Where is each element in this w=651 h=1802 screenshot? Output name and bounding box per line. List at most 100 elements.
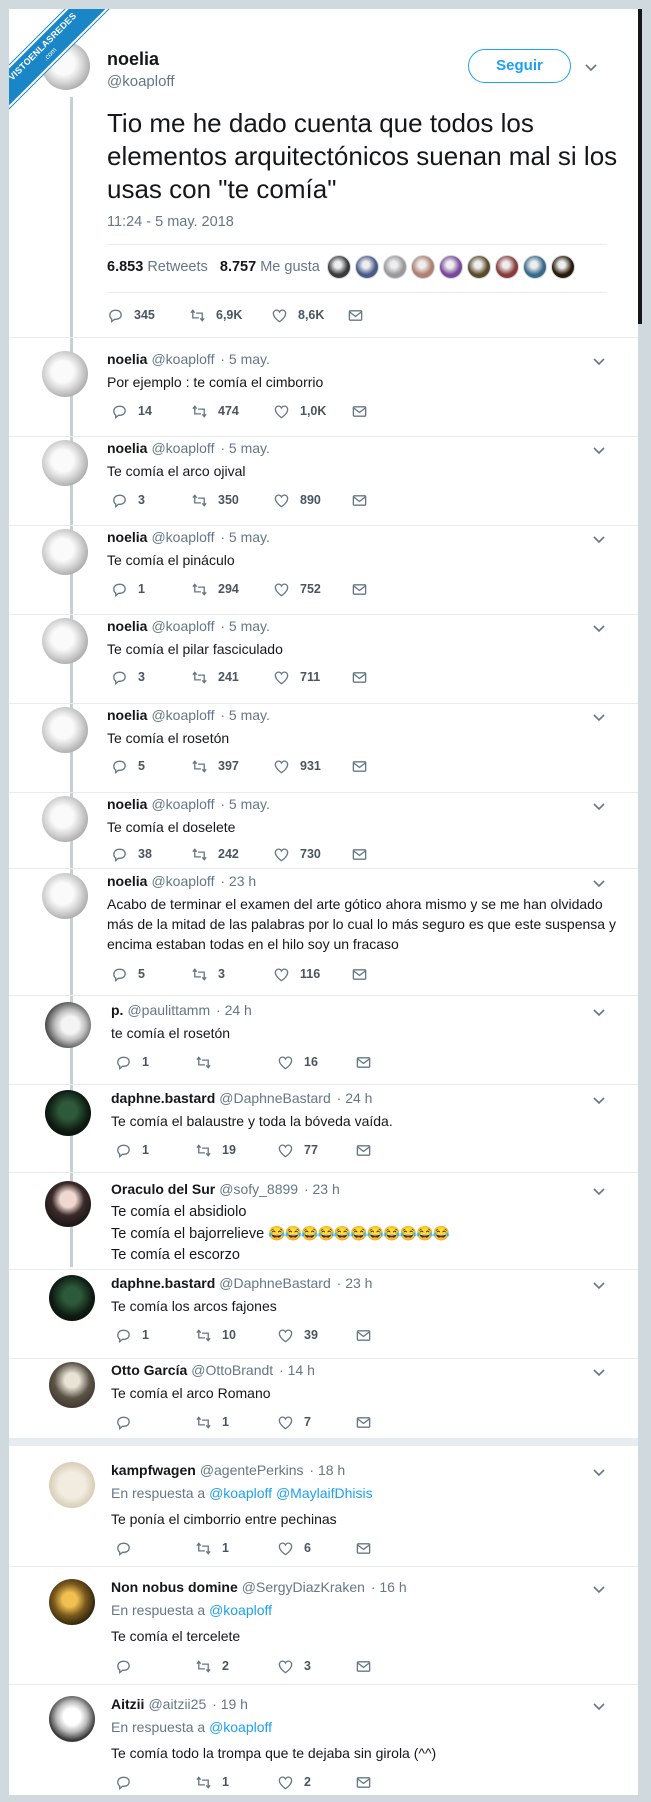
retweet-button[interactable]: 474 xyxy=(191,402,239,420)
avatar[interactable] xyxy=(45,1181,91,1227)
retweet-button[interactable]: 242 xyxy=(191,845,239,863)
avatar[interactable] xyxy=(42,440,88,486)
reply-mention-link[interactable]: @koaploff xyxy=(209,1719,272,1735)
reply-button[interactable]: 3 xyxy=(111,491,145,509)
author-handle[interactable]: @aitzii25 xyxy=(148,1696,206,1712)
author-name[interactable]: Non nobus domine xyxy=(111,1579,238,1595)
tweet-time[interactable]: · 23 h xyxy=(337,1275,373,1291)
like-button[interactable]: 3 xyxy=(277,1657,311,1675)
retweet-button[interactable] xyxy=(195,1053,222,1071)
like-button[interactable]: 39 xyxy=(277,1326,318,1344)
reply-button[interactable]: 3 xyxy=(111,668,145,686)
reply-button[interactable]: 1 xyxy=(115,1053,149,1071)
author-name[interactable]: Oraculo del Sur xyxy=(111,1181,215,1197)
retweet-button[interactable]: 1 xyxy=(195,1413,229,1431)
author-name[interactable]: daphne.bastard xyxy=(111,1275,215,1291)
tweet-time[interactable]: · 5 may. xyxy=(220,618,270,634)
liker-avatar[interactable] xyxy=(551,255,575,279)
chevron-down-icon[interactable] xyxy=(591,1581,607,1597)
avatar[interactable] xyxy=(49,1462,95,1508)
avatar[interactable] xyxy=(42,873,88,919)
message-button[interactable] xyxy=(355,1773,372,1791)
tweet-header[interactable]: noelia @koaploff · 5 may. xyxy=(107,796,270,812)
chevron-down-icon[interactable] xyxy=(591,1464,607,1480)
chevron-down-icon[interactable] xyxy=(591,620,607,636)
author-handle[interactable]: @agentePerkins xyxy=(200,1462,304,1478)
chevron-down-icon[interactable] xyxy=(591,1092,607,1108)
tweet-time[interactable]: · 16 h xyxy=(371,1579,407,1595)
retweet-button[interactable]: 1 xyxy=(195,1773,229,1791)
reply-button[interactable]: 38 xyxy=(111,845,152,863)
tweet-header[interactable]: noelia @koaploff · 5 may. xyxy=(107,529,270,545)
tweet-header[interactable]: noelia @koaploff · 5 may. xyxy=(107,351,270,367)
tweet-time[interactable]: · 19 h xyxy=(212,1696,248,1712)
author-name[interactable]: noelia xyxy=(107,529,147,545)
reply-button[interactable]: 5 xyxy=(111,965,145,983)
reply-button[interactable]: 5 xyxy=(111,757,145,775)
tweet-header[interactable]: kampfwagen @agentePerkins · 18 h xyxy=(111,1462,345,1478)
retweet-button[interactable]: 1 xyxy=(195,1539,229,1557)
author-handle[interactable]: @koaploff xyxy=(151,351,214,367)
like-button[interactable]: 711 xyxy=(273,668,320,686)
liker-avatar[interactable] xyxy=(467,255,491,279)
tweet-time[interactable]: · 5 may. xyxy=(220,351,270,367)
chevron-down-icon[interactable] xyxy=(591,875,607,891)
tweet-time[interactable]: · 5 may. xyxy=(220,440,270,456)
tweet-time[interactable]: · 23 h xyxy=(220,873,256,889)
reply-button[interactable] xyxy=(115,1539,142,1557)
author-handle[interactable]: @koaploff xyxy=(151,529,214,545)
author-handle[interactable]: @DaphneBastard xyxy=(219,1275,331,1291)
retweet-button[interactable]: 397 xyxy=(191,757,239,775)
tweet-header[interactable]: Oraculo del Sur @sofy_8899 · 23 h xyxy=(111,1181,340,1197)
tweet-time[interactable]: · 24 h xyxy=(337,1090,373,1106)
avatar[interactable] xyxy=(42,529,88,575)
author-name[interactable]: noelia xyxy=(107,873,147,889)
reply-button[interactable]: 1 xyxy=(115,1326,149,1344)
tweet-header[interactable]: daphne.bastard @DaphneBastard · 24 h xyxy=(111,1090,372,1106)
tweet-header[interactable]: daphne.bastard @DaphneBastard · 23 h xyxy=(111,1275,372,1291)
author-handle[interactable]: @DaphneBastard xyxy=(219,1090,331,1106)
author-name[interactable]: noelia xyxy=(107,618,147,634)
chevron-down-icon[interactable] xyxy=(583,59,599,75)
chevron-down-icon[interactable] xyxy=(591,1183,607,1199)
message-button[interactable] xyxy=(351,491,368,509)
avatar[interactable] xyxy=(45,1002,91,1048)
like-button[interactable]: 16 xyxy=(277,1053,318,1071)
message-button[interactable] xyxy=(351,668,368,686)
reply-button[interactable]: 1 xyxy=(115,1141,149,1159)
chevron-down-icon[interactable] xyxy=(591,1698,607,1714)
retweet-button[interactable]: 19 xyxy=(195,1141,236,1159)
chevron-down-icon[interactable] xyxy=(591,442,607,458)
like-button[interactable]: 6 xyxy=(277,1539,311,1557)
message-button[interactable] xyxy=(355,1539,372,1557)
avatar[interactable] xyxy=(45,1090,91,1136)
author-handle[interactable]: @koaploff xyxy=(107,73,175,90)
reply-button[interactable]: 14 xyxy=(111,402,152,420)
tweet-time[interactable]: · 5 may. xyxy=(220,796,270,812)
like-button[interactable]: 77 xyxy=(277,1141,318,1159)
avatar[interactable] xyxy=(49,1696,95,1742)
retweet-button[interactable]: 10 xyxy=(195,1326,236,1344)
like-button[interactable]: 8,6K xyxy=(271,306,324,324)
retweet-button[interactable]: 350 xyxy=(191,491,239,509)
message-button[interactable] xyxy=(351,845,368,863)
author-name[interactable]: Otto García xyxy=(111,1362,187,1378)
tweet-time[interactable]: · 18 h xyxy=(309,1462,345,1478)
chevron-down-icon[interactable] xyxy=(591,1004,607,1020)
avatar[interactable] xyxy=(42,796,88,842)
liker-avatar[interactable] xyxy=(383,255,407,279)
message-button[interactable] xyxy=(355,1326,372,1344)
chevron-down-icon[interactable] xyxy=(591,353,607,369)
tweet-time[interactable]: · 24 h xyxy=(216,1002,252,1018)
author-name[interactable]: noelia xyxy=(107,351,147,367)
retweet-button[interactable]: 241 xyxy=(191,668,239,686)
author-name[interactable]: kampfwagen xyxy=(111,1462,196,1478)
like-button[interactable]: 752 xyxy=(273,580,321,598)
avatar[interactable] xyxy=(42,707,88,753)
like-button[interactable]: 931 xyxy=(273,757,321,775)
author-handle[interactable]: @OttoBrandt xyxy=(191,1362,273,1378)
tweet-header[interactable]: noelia @koaploff · 5 may. xyxy=(107,707,270,723)
reply-mention-link[interactable]: @koaploff @MaylaifDhisis xyxy=(209,1485,373,1501)
message-button[interactable] xyxy=(351,580,368,598)
reply-button[interactable] xyxy=(115,1413,142,1431)
